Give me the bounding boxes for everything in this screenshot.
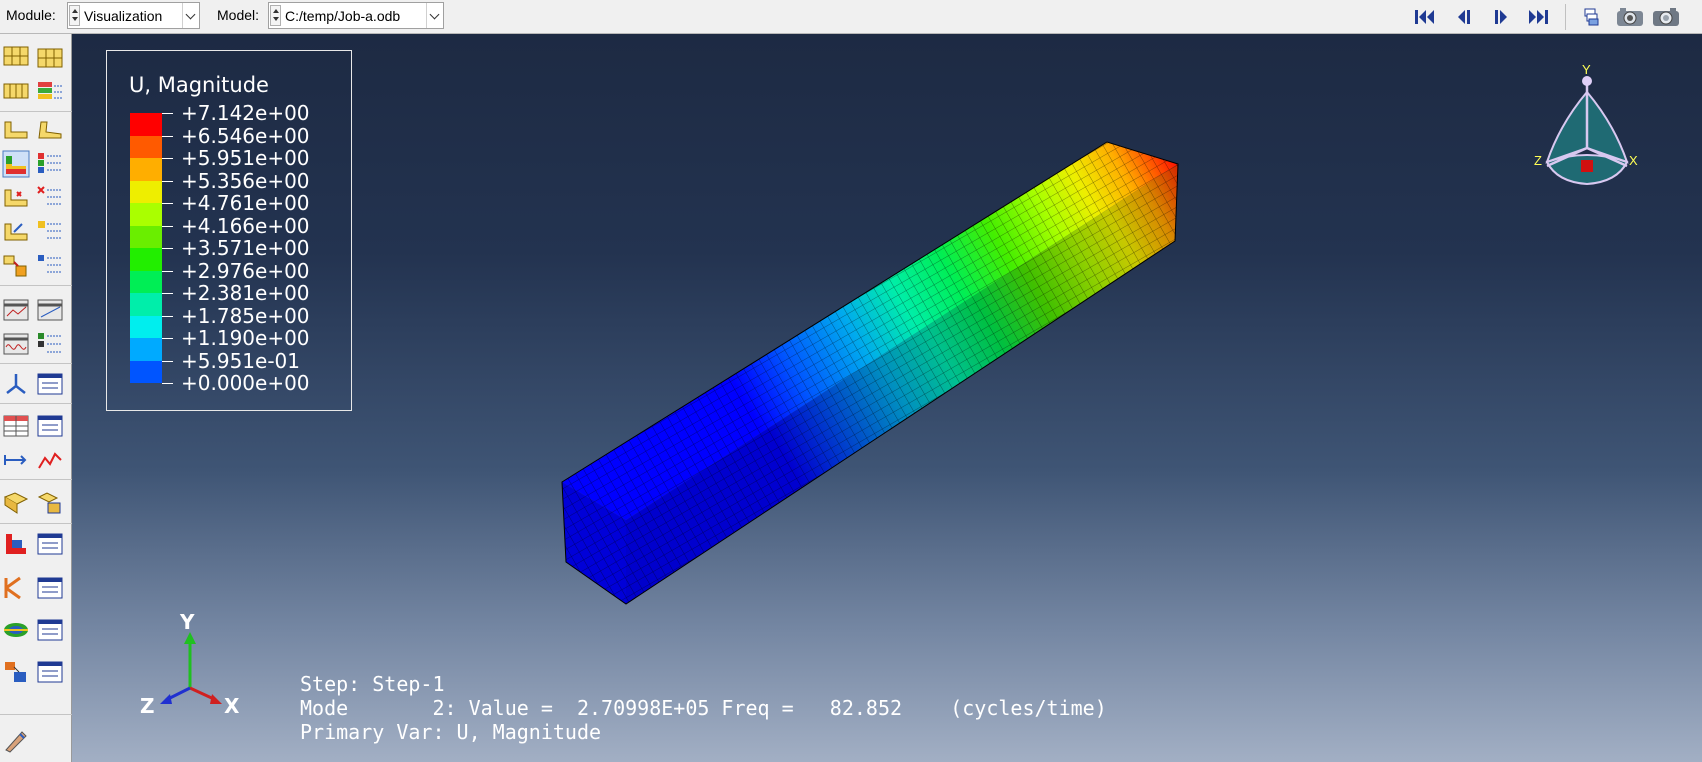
module-select[interactable]: Visualization <box>67 2 200 29</box>
state-block: Step: Step-1 Mode 2: Value = 2.70998E+05 … <box>300 672 1107 744</box>
model-select[interactable]: C:/temp/Job-a.odb <box>268 2 444 29</box>
camera-settings-icon[interactable] <box>1615 6 1645 28</box>
orientation-options-icon[interactable] <box>36 218 64 246</box>
color-code-icon[interactable] <box>2 726 30 754</box>
deformed-shape-icon[interactable] <box>36 116 64 144</box>
node-labels-icon[interactable] <box>2 44 30 72</box>
mode-text: Mode 2: Value = 2.70998E+05 Freq = 82.85… <box>300 696 1107 720</box>
stream-create-icon[interactable] <box>2 574 30 602</box>
compass-z-label: Z <box>1534 153 1542 168</box>
model-spin-icon[interactable] <box>270 5 281 26</box>
triad-z-label: Z <box>140 694 155 718</box>
camera-icon[interactable] <box>1651 6 1681 28</box>
context-bar: Module: Visualization Model: C:/temp/Job… <box>0 0 1702 34</box>
animate-scale-factor-icon[interactable] <box>2 296 30 324</box>
chevron-down-icon[interactable] <box>182 3 199 28</box>
spectrum-create-icon[interactable] <box>2 616 30 644</box>
previous-frame-icon[interactable] <box>1450 6 1476 28</box>
toolbox-separator <box>0 285 72 286</box>
model-value: C:/temp/Job-a.odb <box>285 8 401 24</box>
display-group-manager-icon[interactable] <box>36 489 64 517</box>
symbol-options-icon[interactable] <box>36 184 64 212</box>
element-labels-icon[interactable] <box>36 44 64 72</box>
chevron-down-icon[interactable] <box>426 3 443 28</box>
animate-harmonic-icon[interactable] <box>2 330 30 358</box>
step-text: Step: Step-1 <box>300 672 445 696</box>
mesh-plot-icon[interactable] <box>2 78 30 106</box>
undeformed-shape-icon[interactable] <box>2 116 30 144</box>
contour-plot-icon[interactable] <box>2 150 30 178</box>
toolbox-separator <box>0 403 72 404</box>
xy-data-manager-icon[interactable] <box>36 412 64 440</box>
xy-data-create-icon[interactable] <box>2 412 30 440</box>
free-body-cut-icon[interactable] <box>2 530 30 558</box>
material-orientation-icon[interactable] <box>2 218 30 246</box>
layers-options-icon[interactable] <box>36 78 64 106</box>
module-label: Module: <box>6 7 56 23</box>
module-spin-icon[interactable] <box>69 5 80 26</box>
viewport[interactable]: U, Magnitude +7.142e+00 +6.546e+00 +5.951e… <box>72 34 1702 762</box>
free-body-manager-icon[interactable] <box>36 530 64 558</box>
display-group-create-icon[interactable] <box>2 489 30 517</box>
primary-var-text: Primary Var: U, Magnitude <box>300 720 602 744</box>
animate-time-history-icon[interactable] <box>36 296 64 324</box>
toolbox-separator <box>0 363 72 364</box>
model-label: Model: <box>217 7 260 23</box>
toolbox-separator <box>0 111 72 112</box>
tools-create-icon[interactable] <box>2 658 30 686</box>
toolbox-separator <box>0 479 72 480</box>
stream-manager-icon[interactable] <box>36 574 64 602</box>
tools-manager-icon[interactable] <box>36 658 64 686</box>
last-frame-icon[interactable] <box>1525 6 1551 28</box>
toolbox-separator <box>0 714 72 715</box>
xy-plot-icon[interactable] <box>36 446 64 474</box>
toolbox <box>0 34 72 762</box>
symbol-plot-icon[interactable] <box>2 184 30 212</box>
animation-options-icon[interactable] <box>36 330 64 358</box>
toolbar-divider <box>1565 4 1566 30</box>
mesh-model[interactable] <box>72 34 1702 762</box>
spectrum-manager-icon[interactable] <box>36 616 64 644</box>
superimpose-options-icon[interactable] <box>36 252 64 280</box>
triad-x-label: X <box>224 694 240 718</box>
allow-multiple-plots-icon[interactable] <box>2 252 30 280</box>
triad-y-label: Y <box>179 612 195 634</box>
next-frame-icon[interactable] <box>1489 6 1515 28</box>
path-create-icon[interactable] <box>2 446 30 474</box>
view-compass[interactable]: Y Z X <box>1532 62 1642 202</box>
toolbox-separator <box>0 523 72 524</box>
first-frame-icon[interactable] <box>1412 6 1438 28</box>
compass-y-label: Y <box>1582 62 1591 77</box>
compass-x-label: X <box>1629 153 1638 168</box>
frame-select-icon[interactable] <box>1578 6 1604 28</box>
view-cut-manager-icon[interactable] <box>2 370 30 398</box>
contour-options-icon[interactable] <box>36 150 64 178</box>
module-value: Visualization <box>84 8 163 24</box>
axis-triad: Y Z X <box>140 612 240 718</box>
view-cut-options-icon[interactable] <box>36 370 64 398</box>
